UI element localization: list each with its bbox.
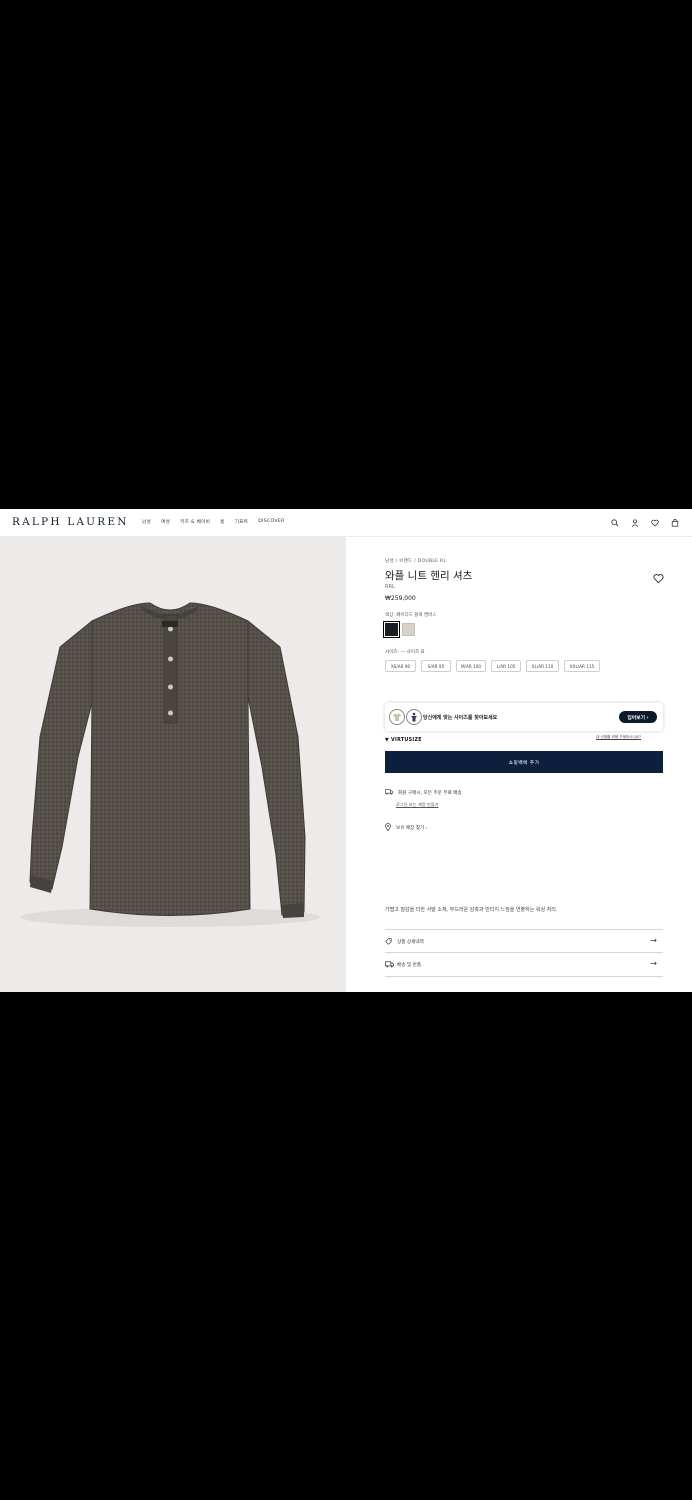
header-icons xyxy=(609,517,680,528)
heart-icon[interactable] xyxy=(653,569,664,584)
color-swatch-black[interactable] xyxy=(383,621,400,638)
tag-icon xyxy=(385,938,397,945)
henley-shirt-illustration xyxy=(20,602,320,927)
virtusize-logo: ▼ VIRTUSIZE xyxy=(385,738,422,743)
brand-logo[interactable]: RALPH LAUREN xyxy=(12,516,129,528)
item-thumbnail-icon xyxy=(389,709,405,725)
nav-item-kids[interactable]: 키즈 & 베이비 xyxy=(180,519,210,525)
try-on-button[interactable]: 입어보기 › xyxy=(619,711,657,723)
search-icon[interactable] xyxy=(609,517,620,528)
nav-item-discover[interactable]: DISCOVER xyxy=(258,519,284,525)
virtusize-widget[interactable]: 당신에게 맞는 사이즈를 찾아보세요 입어보기 › xyxy=(385,703,663,731)
size-option-l[interactable]: L/AR 105 xyxy=(491,660,521,672)
product-image[interactable] xyxy=(0,537,346,992)
size-option-s[interactable]: S/AR 95 xyxy=(421,660,451,672)
find-store-link[interactable]: 보유 매장 찾기 › xyxy=(385,823,428,833)
product-brand: RRL xyxy=(385,584,395,590)
main-nav: 남성 여성 키즈 & 베이비 홈 기프트 DISCOVER xyxy=(142,519,284,525)
arrow-right-icon: → xyxy=(650,936,657,945)
accordion-product-details[interactable]: 상품 상세내역 → xyxy=(385,929,663,953)
account-icon[interactable] xyxy=(629,517,640,528)
nav-item-home[interactable]: 홈 xyxy=(220,519,225,525)
product-price: ₩259,000 xyxy=(385,595,416,602)
purchase-for-self-link[interactable]: 내 신체를 위해 구매하시나요? xyxy=(596,735,641,740)
product-title: 와플 니트 헨리 셔츠 xyxy=(385,570,473,582)
accordion-shipping-returns[interactable]: 배송 및 반품 → xyxy=(385,952,663,977)
size-label: 사이즈: --- 사이즈 표 xyxy=(385,650,425,655)
add-to-bag-button[interactable]: 쇼핑백에 추가 xyxy=(385,751,663,773)
size-option-xs[interactable]: XS/AR 90 xyxy=(385,660,416,672)
product-page: RALPH LAUREN 남성 여성 키즈 & 베이비 홈 기프트 DISCOV… xyxy=(0,509,692,992)
fit-icons xyxy=(389,709,422,725)
shopping-bag-icon[interactable] xyxy=(669,517,680,528)
nav-item-men[interactable]: 남성 xyxy=(142,519,151,525)
login-or-register-link[interactable]: 로그인 또는 계정 만들기 xyxy=(396,802,439,808)
product-description: 가볍고 질감을 더한 서말 소재, 부드러운 감촉과 빈티지 느낌을 연출하는 … xyxy=(385,907,558,913)
color-label: 색상: 페이디드 블랙 캔버스 xyxy=(385,613,437,618)
truck-icon xyxy=(385,789,393,797)
nav-item-women[interactable]: 여성 xyxy=(161,519,170,525)
breadcrumb[interactable]: 남성 / 브랜드 / DOUBLE RL xyxy=(385,558,446,564)
site-header: RALPH LAUREN 남성 여성 키즈 & 베이비 홈 기프트 DISCOV… xyxy=(0,509,692,537)
free-shipping-info: 회원 구매시, 모든 주문 무료 배송 xyxy=(385,789,462,797)
size-option-xxl[interactable]: XXL/AR 115 xyxy=(564,660,600,672)
fit-prompt: 당신에게 맞는 사이즈를 찾아보세요 xyxy=(423,715,498,721)
arrow-right-icon: → xyxy=(650,959,657,968)
delivery-truck-icon xyxy=(385,961,397,968)
size-option-xl[interactable]: XL/AR 110 xyxy=(526,660,559,672)
location-pin-icon xyxy=(385,823,391,833)
body-icon xyxy=(406,709,422,725)
color-swatch-cream[interactable] xyxy=(402,623,415,636)
nav-item-gift[interactable]: 기프트 xyxy=(235,519,249,525)
virtusize-v-icon: ▼ xyxy=(385,738,389,743)
size-options: XS/AR 90 S/AR 95 M/AR 100 L/AR 105 XL/AR… xyxy=(385,660,600,672)
wishlist-icon[interactable] xyxy=(649,517,660,528)
size-option-m[interactable]: M/AR 100 xyxy=(456,660,486,672)
